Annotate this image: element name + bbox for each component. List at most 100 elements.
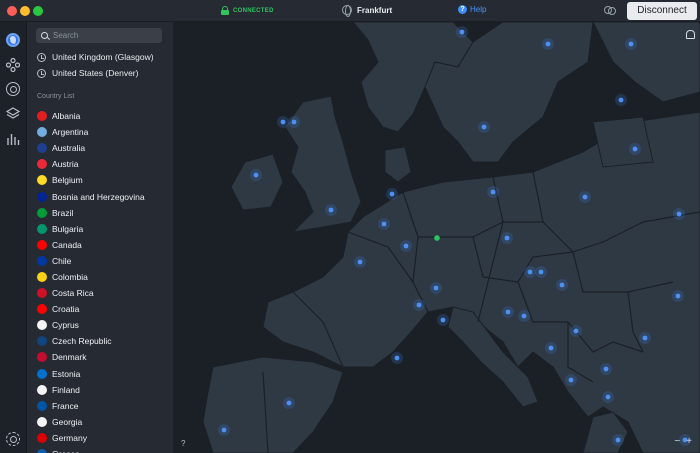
country-item[interactable]: Canada	[37, 237, 173, 253]
server-marker[interactable]	[527, 269, 533, 275]
country-flag-icon	[37, 368, 47, 379]
globe-icon	[342, 5, 352, 17]
server-marker[interactable]	[328, 207, 334, 213]
server-marker[interactable]	[582, 194, 588, 200]
recent-connection-item[interactable]: United States (Denver)	[37, 68, 138, 78]
server-marker[interactable]	[389, 191, 395, 197]
server-marker[interactable]	[521, 313, 527, 319]
country-flag-icon	[37, 111, 47, 122]
server-marker[interactable]	[286, 400, 292, 406]
country-item[interactable]: France	[37, 398, 173, 414]
server-marker[interactable]	[628, 41, 634, 47]
server-marker[interactable]	[291, 119, 297, 125]
multi-device-icon[interactable]	[604, 5, 616, 16]
country-flag-icon	[37, 320, 47, 331]
country-item[interactable]: Czech Republic	[37, 333, 173, 349]
server-marker[interactable]	[381, 221, 387, 227]
server-marker[interactable]	[357, 259, 363, 265]
threat-protection-icon[interactable]	[6, 82, 20, 96]
country-item[interactable]: Germany	[37, 430, 173, 446]
country-item[interactable]: Argentina	[37, 124, 173, 140]
country-item[interactable]: Chile	[37, 253, 173, 269]
clock-icon	[37, 68, 46, 78]
map-help-button[interactable]: ?	[181, 439, 185, 448]
server-marker[interactable]	[490, 189, 496, 195]
server-marker[interactable]	[538, 269, 544, 275]
server-marker[interactable]	[253, 172, 259, 178]
country-list-heading: Country List	[37, 93, 75, 100]
close-window-button[interactable]	[7, 6, 17, 16]
recent-connection-item[interactable]: United Kingdom (Glasgow)	[37, 52, 154, 62]
server-marker[interactable]	[221, 427, 227, 433]
country-name: Chile	[52, 255, 72, 266]
notifications-bell-icon[interactable]	[686, 30, 695, 39]
server-marker[interactable]	[481, 124, 487, 130]
settings-gear-icon[interactable]	[6, 432, 20, 446]
server-marker[interactable]	[632, 146, 638, 152]
country-item[interactable]: Brazil	[37, 205, 173, 221]
connected-server-marker[interactable]	[434, 235, 440, 241]
app-window: CONNECTED Frankfurt ? Help Disconnect Se…	[0, 0, 700, 453]
minimize-window-button[interactable]	[20, 6, 30, 16]
country-flag-icon	[37, 127, 47, 138]
server-marker[interactable]	[440, 317, 446, 323]
server-marker[interactable]	[615, 437, 621, 443]
server-marker[interactable]	[568, 377, 574, 383]
country-item[interactable]: Bulgaria	[37, 221, 173, 237]
server-marker[interactable]	[504, 235, 510, 241]
server-marker[interactable]	[403, 243, 409, 249]
server-marker[interactable]	[559, 282, 565, 288]
server-marker[interactable]	[573, 328, 579, 334]
country-name: Colombia	[52, 271, 88, 282]
server-marker[interactable]	[433, 285, 439, 291]
country-item[interactable]: Costa Rica	[37, 285, 173, 301]
search-box[interactable]	[36, 28, 162, 43]
server-marker[interactable]	[394, 355, 400, 361]
server-map[interactable]: ? − +	[173, 22, 700, 453]
country-name: Croatia	[52, 304, 80, 315]
statistics-icon[interactable]	[6, 132, 20, 146]
country-name: Finland	[52, 384, 80, 395]
server-marker[interactable]	[603, 366, 609, 372]
country-item[interactable]: Georgia	[37, 414, 173, 430]
layers-icon[interactable]	[6, 107, 20, 121]
country-item[interactable]: Albania	[37, 108, 173, 124]
server-marker[interactable]	[676, 211, 682, 217]
country-item[interactable]: Australia	[37, 140, 173, 156]
server-marker[interactable]	[280, 119, 286, 125]
europe-map[interactable]	[173, 22, 700, 453]
server-marker[interactable]	[548, 345, 554, 351]
server-marker[interactable]	[459, 29, 465, 35]
server-marker[interactable]	[675, 293, 681, 299]
country-flag-icon	[37, 175, 47, 186]
server-marker[interactable]	[605, 394, 611, 400]
disconnect-button[interactable]: Disconnect	[627, 2, 697, 20]
zoom-out-button[interactable]: −	[674, 436, 680, 447]
country-item[interactable]: Bosnia and Herzegovina	[37, 188, 173, 204]
country-item[interactable]: Colombia	[37, 269, 173, 285]
country-item[interactable]: Denmark	[37, 349, 173, 365]
server-marker[interactable]	[618, 97, 624, 103]
server-marker[interactable]	[545, 41, 551, 47]
server-marker[interactable]	[505, 309, 511, 315]
search-input[interactable]	[53, 31, 153, 40]
help-button[interactable]: ? Help	[458, 5, 486, 14]
country-item[interactable]: Finland	[37, 382, 173, 398]
globe-nav-icon[interactable]	[6, 33, 20, 47]
country-item[interactable]: Greece	[37, 446, 173, 453]
country-item[interactable]: Croatia	[37, 301, 173, 317]
server-marker[interactable]	[642, 335, 648, 341]
current-server-name: Frankfurt	[357, 5, 393, 15]
zoom-window-button[interactable]	[33, 6, 43, 16]
country-item[interactable]: Estonia	[37, 366, 173, 382]
meshnet-icon[interactable]	[6, 58, 20, 72]
country-item[interactable]: Cyprus	[37, 317, 173, 333]
server-marker[interactable]	[416, 302, 422, 308]
help-label: Help	[470, 5, 487, 14]
country-flag-icon	[37, 432, 47, 443]
country-item[interactable]: Belgium	[37, 172, 173, 188]
zoom-in-button[interactable]: +	[686, 436, 692, 447]
recent-connection-label: United Kingdom (Glasgow)	[52, 52, 154, 62]
country-item[interactable]: Austria	[37, 156, 173, 172]
country-flag-icon	[37, 304, 47, 315]
